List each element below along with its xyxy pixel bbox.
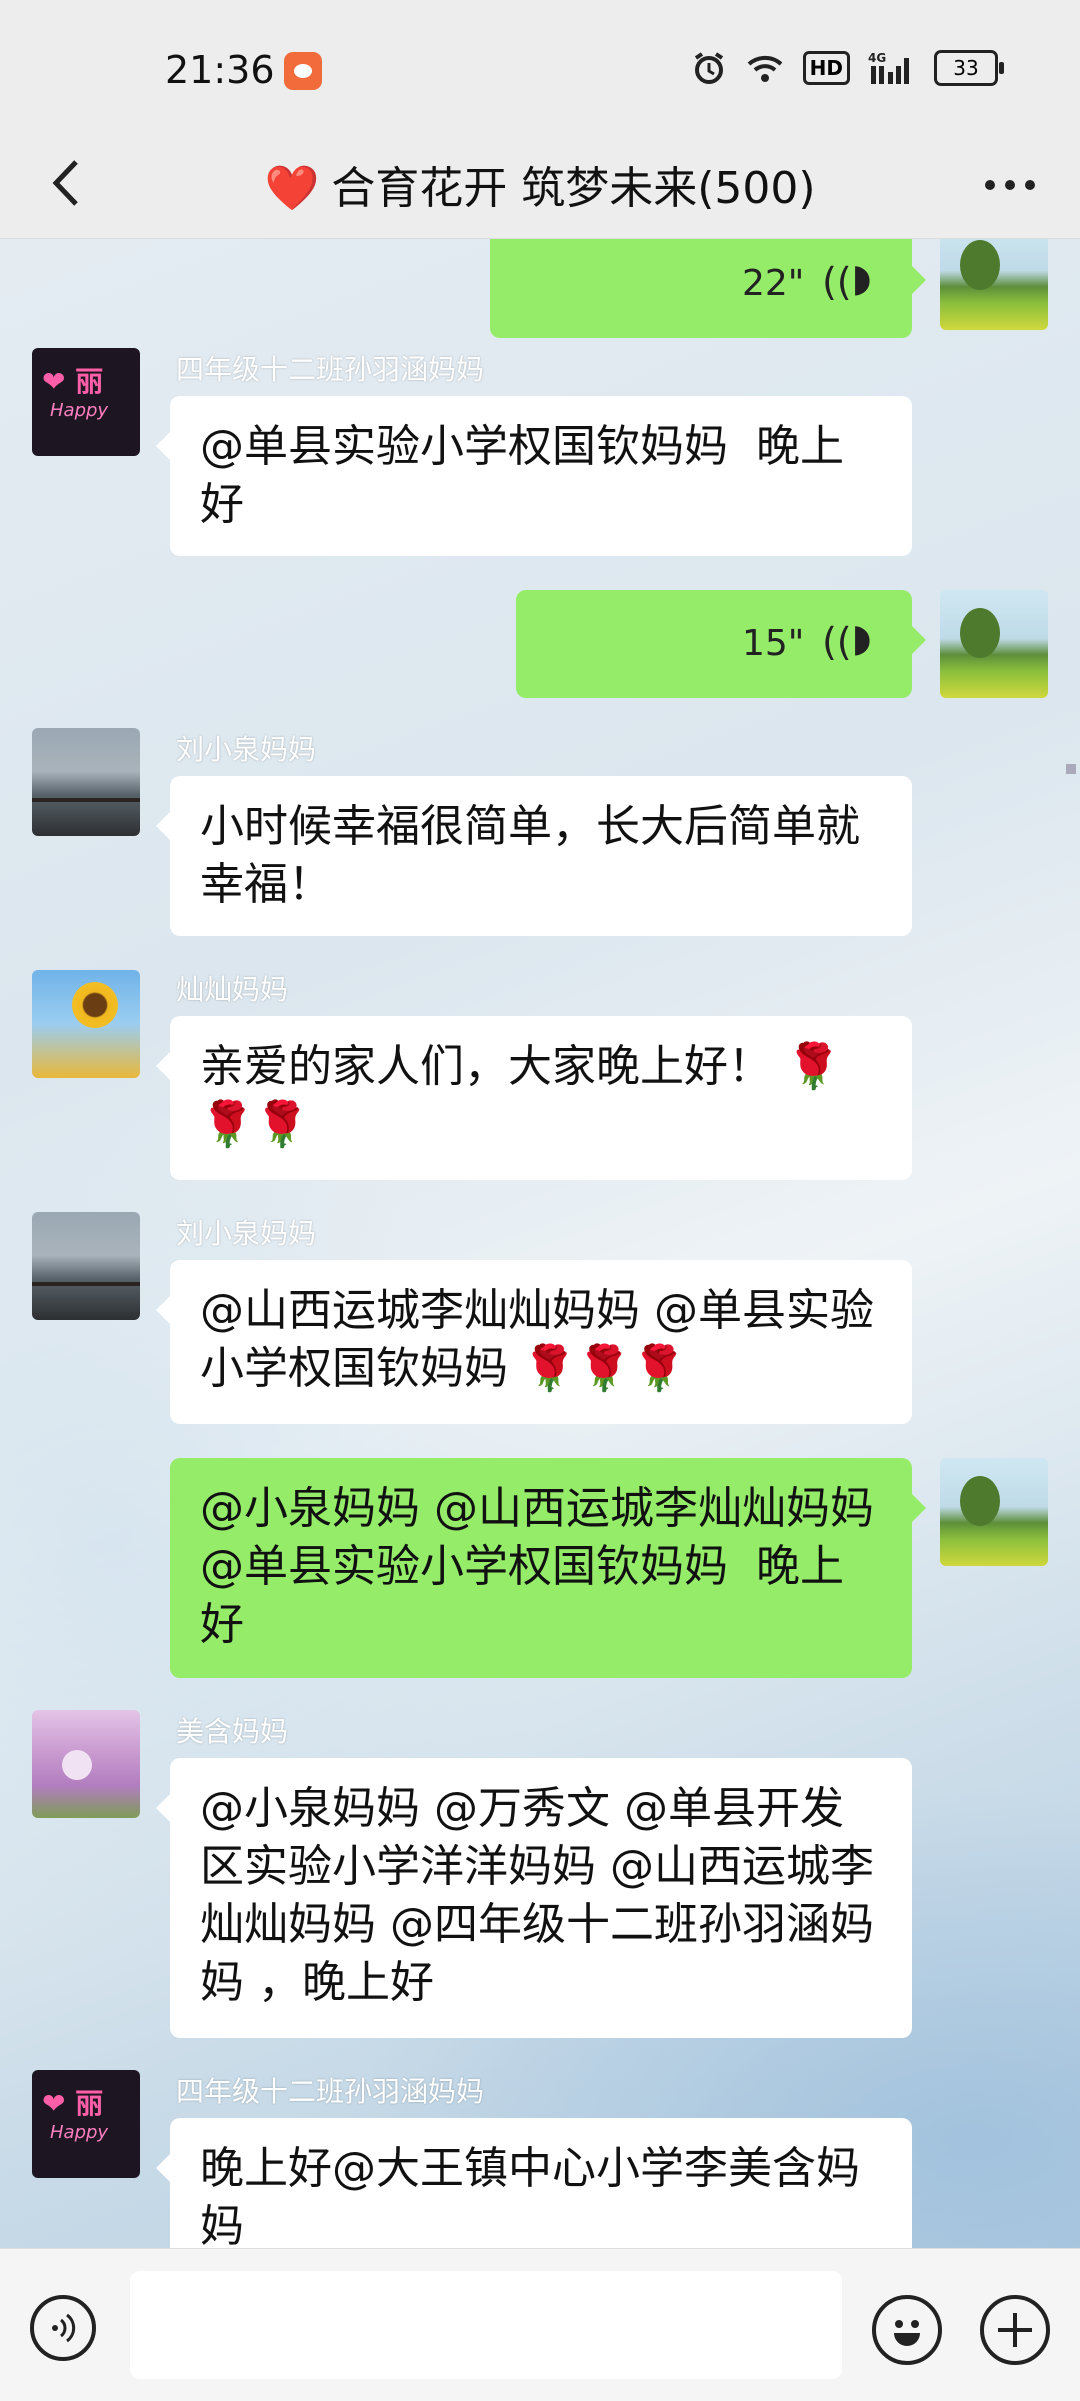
avatar-neon-title: ❤ 丽 [42, 365, 104, 398]
emoji-button[interactable] [872, 2295, 942, 2365]
sender-name: 刘小泉妈妈 [176, 733, 317, 766]
app-notification-icon [284, 52, 322, 90]
avatar-neon-title: ❤ 丽 [42, 2087, 104, 2120]
heart-icon: ❤️ [264, 163, 320, 214]
text-message-bubble[interactable]: @小泉妈妈 @山西运城李灿灿妈妈 @单县实验小学权国钦妈妈 晚上好 [170, 1458, 926, 1678]
more-actions-button[interactable] [980, 2295, 1050, 2365]
sender-avatar[interactable] [32, 970, 140, 1078]
text-message-bubble[interactable]: 亲爱的家人们，大家晚上好！ 🌹🌹🌹 [156, 1016, 912, 1180]
sender-name: 刘小泉妈妈 [176, 1217, 317, 1250]
sender-avatar[interactable] [32, 1212, 140, 1320]
sender-avatar[interactable] [32, 1710, 140, 1818]
text-message-bubble[interactable]: @山西运城李灿灿妈妈 @单县实验小学权国钦妈妈 🌹🌹🌹 [156, 1260, 912, 1424]
voice-wave-icon: ◖)) [822, 622, 872, 666]
chat-header: ❤️ 合育花开 筑梦未来(500) [0, 130, 1080, 239]
emoji-icon [894, 2320, 920, 2346]
group-name: 合育花开 筑梦未来(500) [331, 163, 816, 214]
text-message-bubble[interactable]: @小泉妈妈 @万秀文 @单县开发区实验小学洋洋妈妈 @山西运城李灿灿妈妈 @四年… [156, 1758, 912, 2038]
sender-name: 美含妈妈 [176, 1715, 289, 1748]
status-bar: 21:36 HD 4G 33 [0, 0, 1080, 130]
sender-avatar[interactable]: ❤ 丽 Happy [32, 2070, 140, 2178]
voice-message-bubble[interactable]: 15" ◖)) [516, 590, 926, 698]
sender-name: 四年级十二班孙羽涵妈妈 [176, 2075, 485, 2108]
svg-text:4G: 4G [868, 51, 886, 65]
wifi-icon [745, 52, 785, 84]
my-avatar[interactable] [940, 1458, 1048, 1566]
alarm-icon [691, 50, 727, 86]
status-icons: HD 4G 33 [691, 50, 1004, 86]
chat-title: ❤️ 合育花开 筑梦未来(500) [0, 152, 1080, 216]
voice-icon [52, 2313, 76, 2343]
battery-icon: 33 [934, 50, 1004, 86]
voice-message-bubble[interactable]: 22" ◖)) [490, 238, 926, 338]
chat-message-list[interactable]: 22" ◖)) ❤ 丽 Happy 四年级十二班孙羽涵妈妈 @单县实验小学权国钦妈… [0, 238, 1080, 2248]
avatar-neon-sub: Happy [50, 400, 109, 421]
plus-icon [998, 2313, 1032, 2347]
status-time: 21:36 [165, 48, 275, 92]
sender-avatar[interactable] [32, 728, 140, 836]
text-message-bubble[interactable]: 小时候幸福很简单，长大后简单就幸福！ [156, 776, 912, 936]
scrollbar-thumb[interactable] [1066, 764, 1076, 774]
voice-duration: 15" [741, 623, 805, 664]
text-message-bubble[interactable]: 晚上好@大王镇中心小学李美含妈妈 [156, 2118, 912, 2248]
sender-avatar[interactable]: ❤ 丽 Happy [32, 348, 140, 456]
message-input[interactable] [130, 2271, 842, 2379]
voice-duration: 22" [741, 263, 805, 304]
hd-badge: HD [802, 51, 850, 85]
my-avatar[interactable] [940, 238, 1048, 330]
text-message-bubble[interactable]: @单县实验小学权国钦妈妈 晚上好 [156, 396, 912, 556]
input-bar [0, 2248, 1080, 2401]
more-button[interactable] [980, 160, 1040, 210]
voice-input-button[interactable] [30, 2295, 96, 2361]
voice-wave-icon: ◖)) [822, 262, 872, 306]
signal-icon: 4G [868, 50, 916, 86]
more-icon [985, 180, 1035, 190]
sender-name: 灿灿妈妈 [176, 973, 289, 1006]
avatar-neon-sub: Happy [50, 2122, 109, 2143]
my-avatar[interactable] [940, 590, 1048, 698]
sender-name: 四年级十二班孙羽涵妈妈 [176, 353, 485, 386]
